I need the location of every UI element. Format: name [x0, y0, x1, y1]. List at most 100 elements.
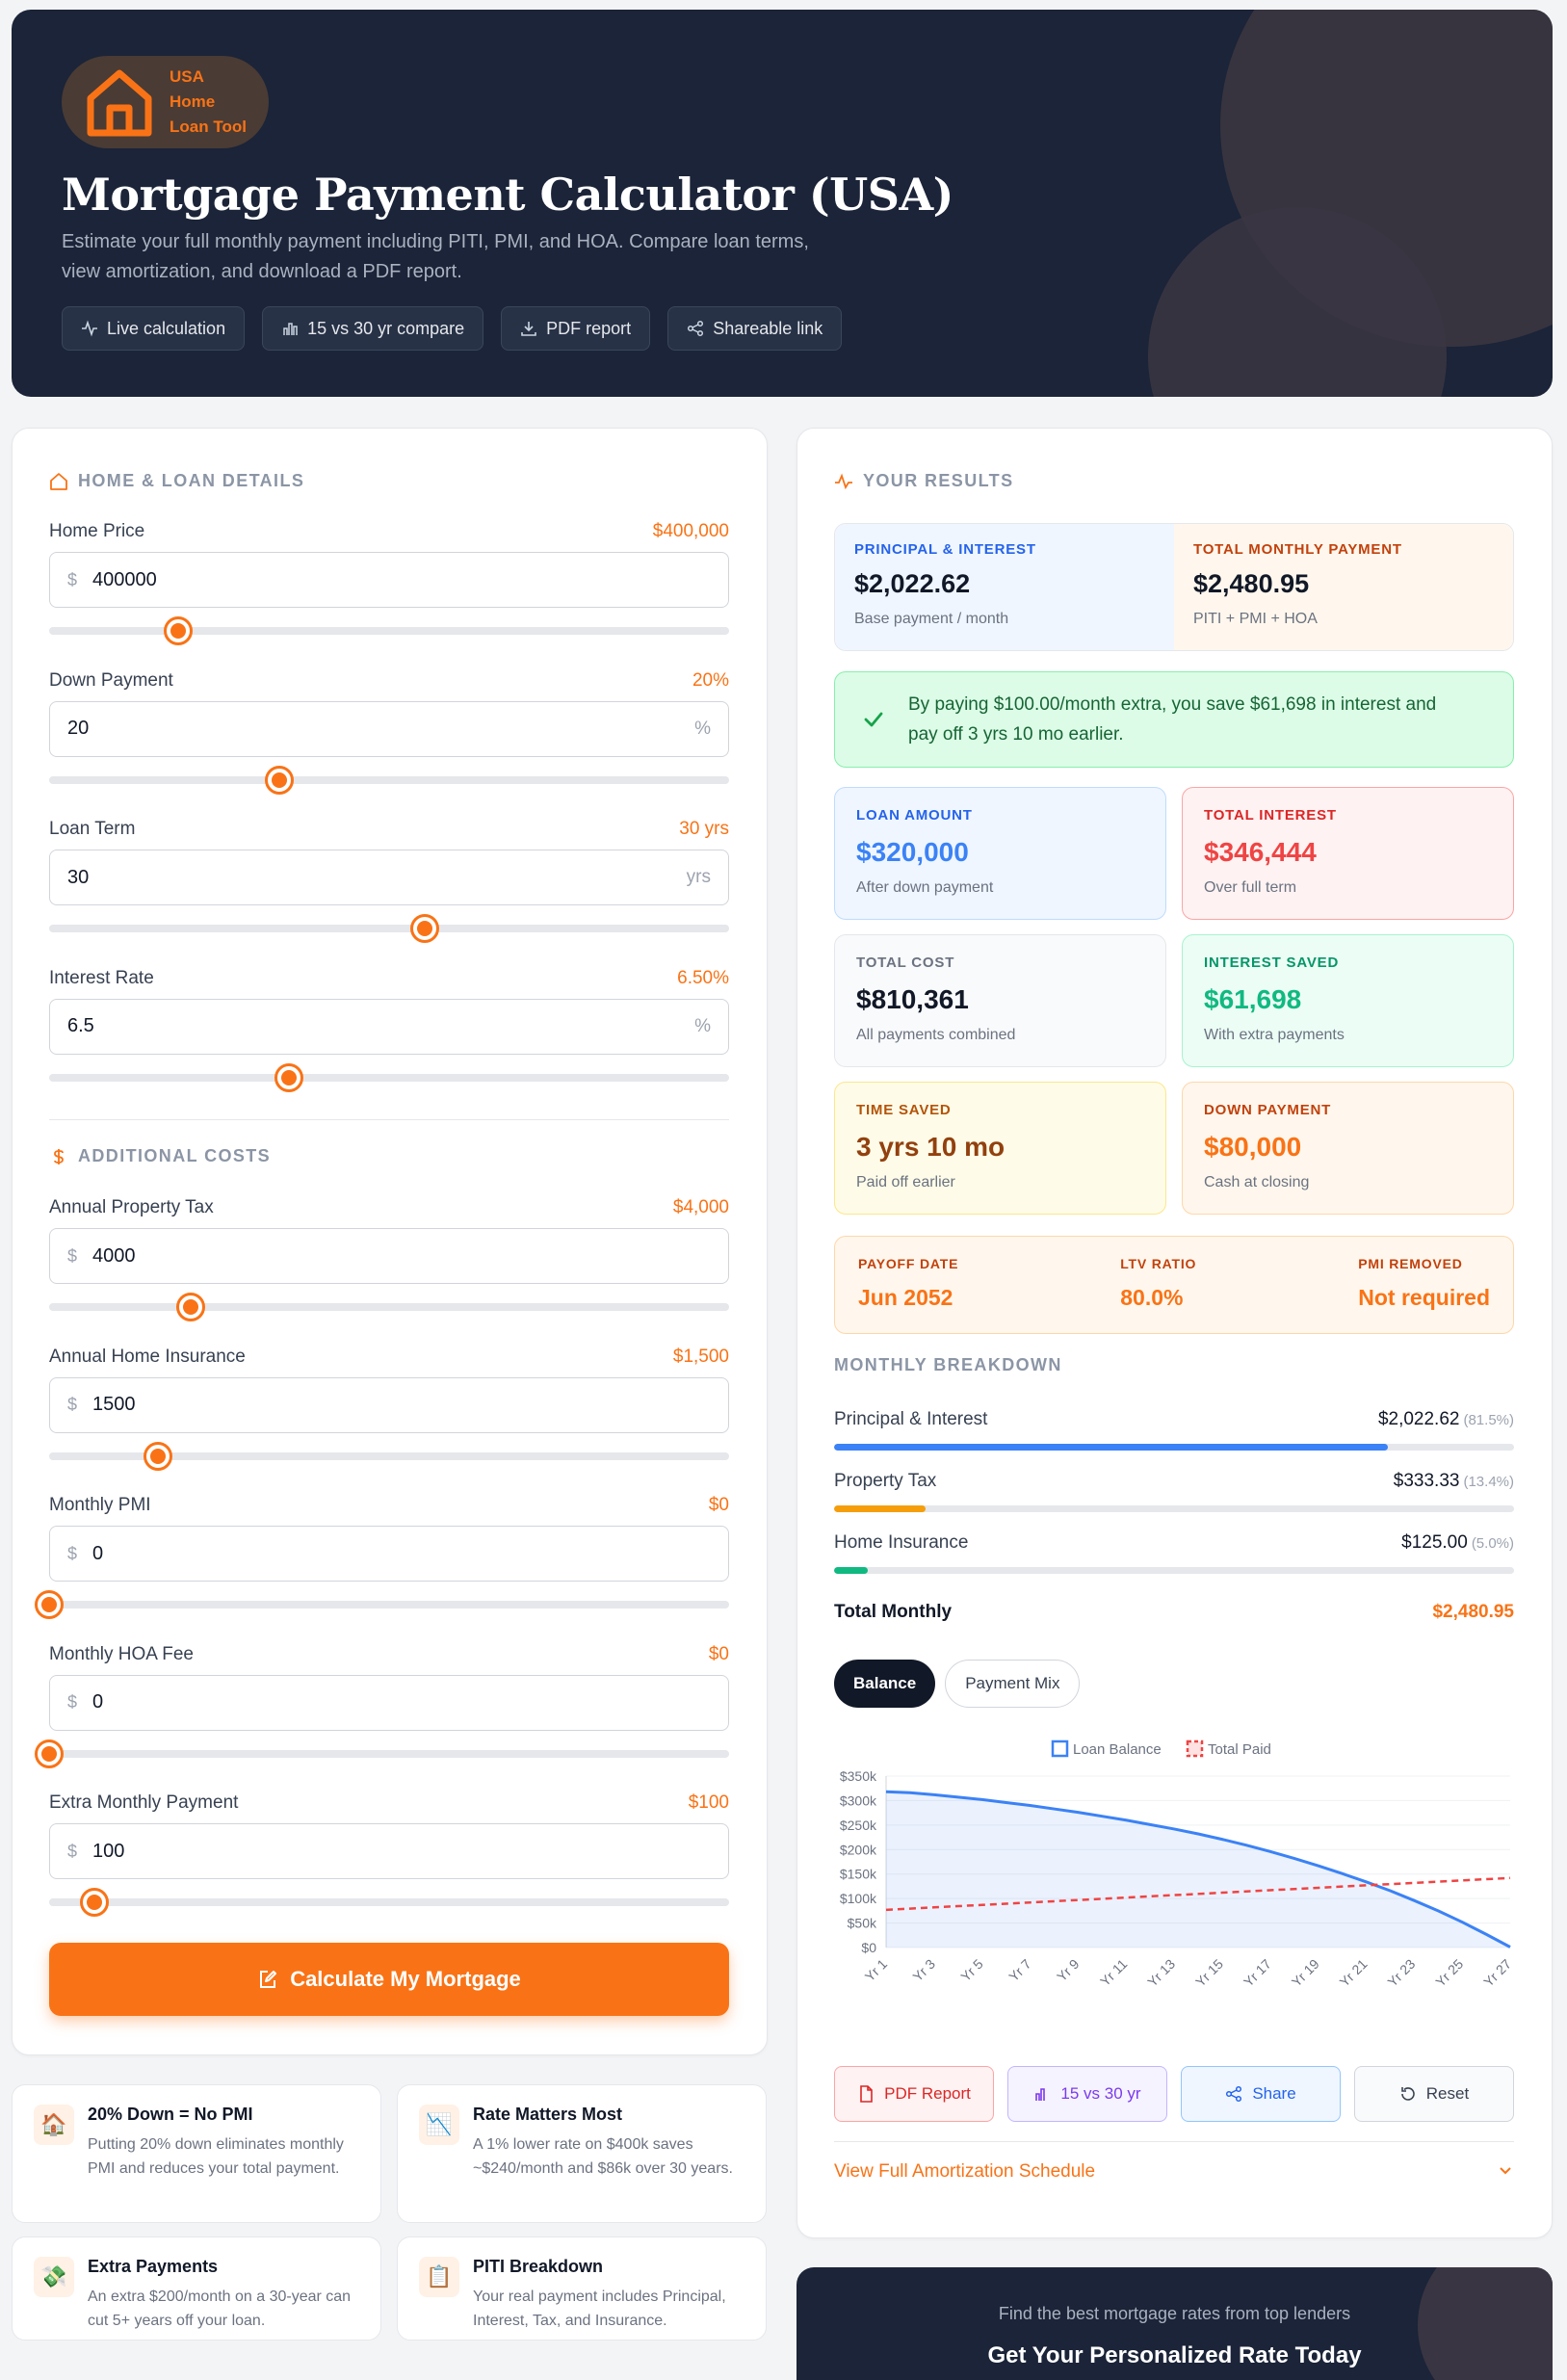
total-summary: TOTAL MONTHLY PAYMENT $2,480.95 PITI + P… — [1174, 524, 1513, 650]
slider-thumb[interactable] — [410, 914, 440, 943]
hero-banner: USA Home Loan Tool Mortgage Payment Calcul… — [12, 10, 1553, 397]
extra-monthly-payment-slider[interactable] — [49, 1888, 729, 1917]
field-down-payment: Down Payment 20% 20% — [49, 669, 729, 795]
extra-monthly-payment-input[interactable]: $100 — [49, 1823, 729, 1879]
breakdown-header: Property Tax $333.33 (13.4%) — [834, 1471, 1514, 1492]
promo-title[interactable]: Get Your Personalized Rate Today — [797, 2342, 1553, 2369]
pdf-report-button[interactable]: PDF Report — [834, 2066, 994, 2122]
monthly-hoa-fee-slider[interactable] — [35, 1739, 729, 1768]
tip-description: Your real payment includes Principal, In… — [473, 2288, 726, 2329]
field-label: Annual Property Tax — [49, 1197, 214, 1217]
y-tick-label: $150k — [840, 1867, 877, 1882]
breakdown-percent: (5.0%) — [1471, 1535, 1514, 1552]
field-header: Annual Property Tax $4,000 — [49, 1197, 729, 1218]
annual-property-tax-input[interactable]: $4000 — [49, 1228, 729, 1284]
field-label: Monthly PMI — [49, 1495, 151, 1515]
pulse-icon — [82, 320, 97, 337]
interest-rate-input[interactable]: 6.5% — [49, 998, 729, 1055]
field-display-value: 20% — [692, 669, 729, 691]
slider-thumb[interactable] — [143, 1441, 172, 1471]
home-price-input[interactable]: $400000 — [49, 552, 729, 608]
interest-rate-slider[interactable] — [49, 1062, 729, 1092]
field-display-value: $400,000 — [652, 521, 729, 541]
amortization-toggle[interactable]: View Full Amortization Schedule — [834, 2141, 1514, 2183]
breakdown-property-tax: Property Tax $333.33 (13.4%) — [834, 1471, 1514, 1512]
slider-thumb[interactable] — [35, 1590, 64, 1619]
check-icon — [864, 712, 883, 727]
share-icon — [688, 320, 704, 337]
loan-balance-area — [886, 1792, 1510, 1948]
loan-term-input[interactable]: 30 yrs — [49, 850, 729, 905]
field-annual-home-insurance: Annual Home Insurance $1,500 $1500 — [49, 1346, 729, 1471]
rates-promo: Find the best mortgage rates from top le… — [797, 2267, 1553, 2380]
tab-balance[interactable]: Balance — [834, 1660, 936, 1708]
tab-payment-mix[interactable]: Payment Mix — [945, 1660, 1081, 1708]
tip-icon: 📋 — [419, 2257, 459, 2297]
breakdown-percent: (81.5%) — [1463, 1412, 1514, 1428]
monthly-hoa-fee-input[interactable]: $0 — [49, 1674, 729, 1731]
field-loan-term: Loan Term 30 yrs 30 yrs — [49, 819, 729, 943]
monthly-pmi-slider[interactable] — [35, 1590, 729, 1619]
breakdown-title: MONTHLY BREAKDOWN — [834, 1355, 1062, 1374]
input-value[interactable]: 0 — [92, 1543, 103, 1565]
loan-stats: PAYOFF DATE Jun 2052 LTV RATIO 80.0% PMI R… — [834, 1236, 1514, 1334]
share-button[interactable]: Share — [1181, 2066, 1341, 2122]
input-value[interactable]: 30 — [67, 867, 89, 889]
compare-button[interactable]: 15 vs 30 yr — [1007, 2066, 1167, 2122]
x-tick-label: Yr 27 — [1480, 1956, 1514, 1990]
promo-subtitle: Find the best mortgage rates from top le… — [998, 2304, 1351, 2323]
annual-home-insurance-input[interactable]: $1500 — [49, 1376, 729, 1433]
payment-summary: PRINCIPAL & INTEREST $2,022.62 Base paym… — [834, 523, 1514, 651]
field-display-value: $1,500 — [672, 1346, 729, 1367]
breakdown-amount: $333.33 — [1393, 1471, 1460, 1491]
result-sub: Paid off earlier — [856, 1174, 955, 1190]
slider-thumb[interactable] — [164, 616, 194, 645]
home-price-slider[interactable] — [49, 616, 729, 645]
input-value[interactable]: 6.5 — [67, 1015, 94, 1037]
share-icon — [1226, 2085, 1242, 2103]
reset-button[interactable]: Reset — [1354, 2066, 1514, 2122]
x-tick-label: Yr 17 — [1241, 1956, 1274, 1990]
result-label: INTEREST SAVED — [1204, 955, 1340, 971]
slider-thumb[interactable] — [175, 1293, 205, 1321]
slider-thumb[interactable] — [274, 1062, 303, 1092]
pill-pdf-report: PDF report — [501, 306, 651, 351]
result-interest-saved: INTEREST SAVED $61,698 With extra payments — [1182, 934, 1514, 1067]
field-label: Down Payment — [49, 669, 173, 691]
slider-thumb[interactable] — [79, 1888, 109, 1917]
pill-shareable-link: Shareable link — [667, 306, 843, 351]
down-payment-input[interactable]: 20% — [49, 700, 729, 757]
field-monthly-pmi: Monthly PMI $0 $0 — [35, 1495, 729, 1619]
x-tick-label: Yr 19 — [1289, 1956, 1322, 1990]
loan-term-slider[interactable] — [49, 914, 729, 943]
annual-property-tax-slider[interactable] — [49, 1293, 729, 1321]
breakdown-principal-interest: Principal & Interest $2,022.62 (81.5%) — [834, 1409, 1514, 1451]
breakdown-bar — [834, 1505, 1514, 1512]
input-value[interactable]: 400000 — [92, 569, 157, 591]
loan-section-title: HOME & LOAN DETAILS — [49, 471, 304, 491]
input-suffix: % — [694, 1015, 711, 1036]
input-value[interactable]: 100 — [92, 1841, 124, 1863]
input-value[interactable]: 0 — [92, 1691, 103, 1713]
monthly-pmi-input[interactable]: $0 — [49, 1526, 729, 1582]
slider-thumb[interactable] — [35, 1739, 64, 1768]
input-value[interactable]: 20 — [67, 718, 89, 740]
field-label: Loan Term — [49, 819, 136, 839]
x-tick-label: Yr 23 — [1384, 1956, 1418, 1990]
calculate-button[interactable]: Calculate My Mortgage — [49, 1943, 729, 2016]
x-tick-label: Yr 11 — [1097, 1956, 1130, 1989]
bar-chart-icon — [1035, 2088, 1046, 2101]
down-payment-slider[interactable] — [49, 765, 729, 795]
input-value[interactable]: 4000 — [92, 1245, 136, 1268]
annual-home-insurance-slider[interactable] — [49, 1441, 729, 1471]
x-tick-label: Yr 3 — [909, 1956, 938, 1985]
field-extra-monthly-payment: Extra Monthly Payment $100 $100 — [49, 1792, 729, 1917]
pill-live-calculation: Live calculation — [62, 306, 246, 351]
x-tick-label: Yr 1 — [862, 1956, 891, 1985]
slider-thumb[interactable] — [264, 765, 294, 795]
stat-ltv-ratio: LTV RATIO 80.0% — [1120, 1256, 1197, 1310]
tip-icon: 🏠 — [34, 2105, 74, 2145]
file-icon — [860, 2085, 873, 2103]
breakdown-label: Principal & Interest — [834, 1409, 988, 1429]
input-value[interactable]: 1500 — [92, 1394, 136, 1416]
